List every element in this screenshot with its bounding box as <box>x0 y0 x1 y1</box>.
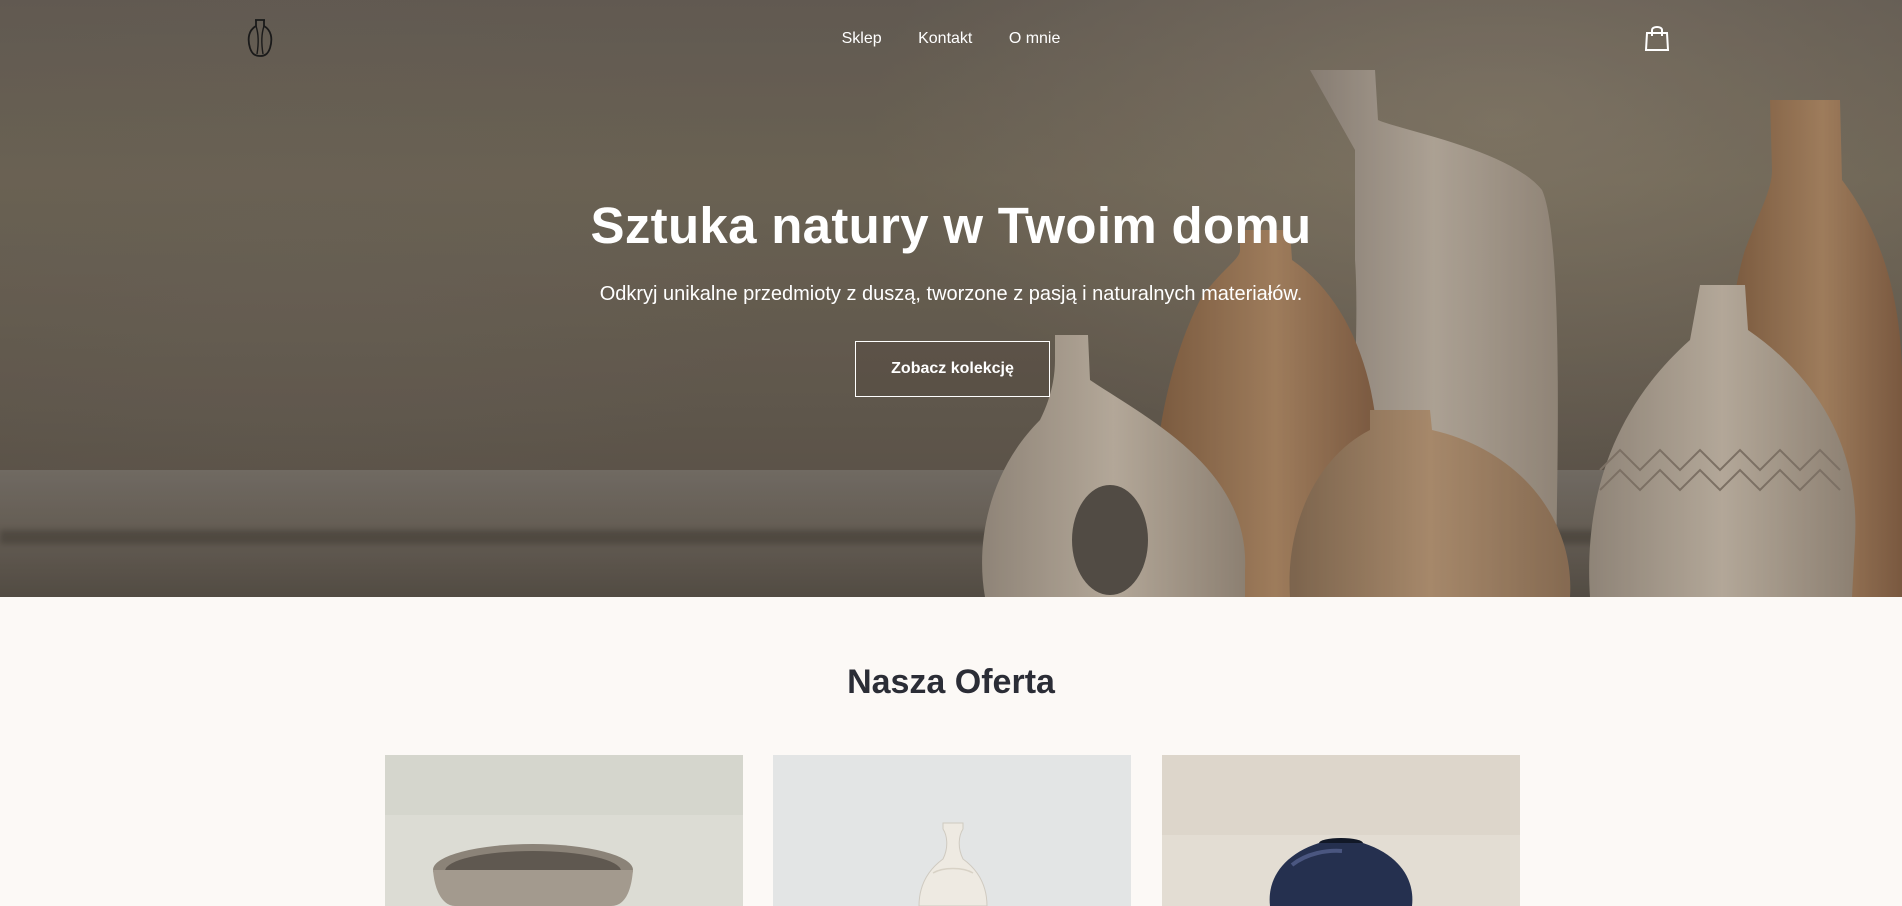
offer-title: Nasza Oferta <box>847 663 1055 701</box>
main-nav: Sklep Kontakt O mnie <box>0 30 1902 48</box>
offer-section: Nasza Oferta <box>0 597 1902 906</box>
product-image-white-vase <box>773 755 1131 906</box>
product-card-white-vase[interactable] <box>773 755 1131 906</box>
hero-title: Sztuka natury w Twoim domu <box>590 197 1312 254</box>
shopping-bag-icon[interactable] <box>1644 24 1670 52</box>
top-navigation: Sklep Kontakt O mnie <box>0 0 1902 78</box>
nav-link-kontakt[interactable]: Kontakt <box>918 30 972 48</box>
hero-subtitle: Odkryj unikalne przedmioty z duszą, twor… <box>599 283 1303 305</box>
product-image-navy-vase <box>1162 755 1520 906</box>
nav-link-o-mnie[interactable]: O mnie <box>1009 30 1061 48</box>
nav-link-sklep[interactable]: Sklep <box>842 30 882 48</box>
product-image-bowl <box>385 755 743 906</box>
hero-content: Sztuka natury w Twoim domu Odkryj unikal… <box>0 196 1902 397</box>
hero-section: Sklep Kontakt O mnie Sztuka natury w Two… <box>0 0 1902 597</box>
product-card-bowl[interactable] <box>385 755 743 906</box>
view-collection-button[interactable]: Zobacz kolekcję <box>855 341 1050 397</box>
product-card-navy-vase[interactable] <box>1162 755 1520 906</box>
